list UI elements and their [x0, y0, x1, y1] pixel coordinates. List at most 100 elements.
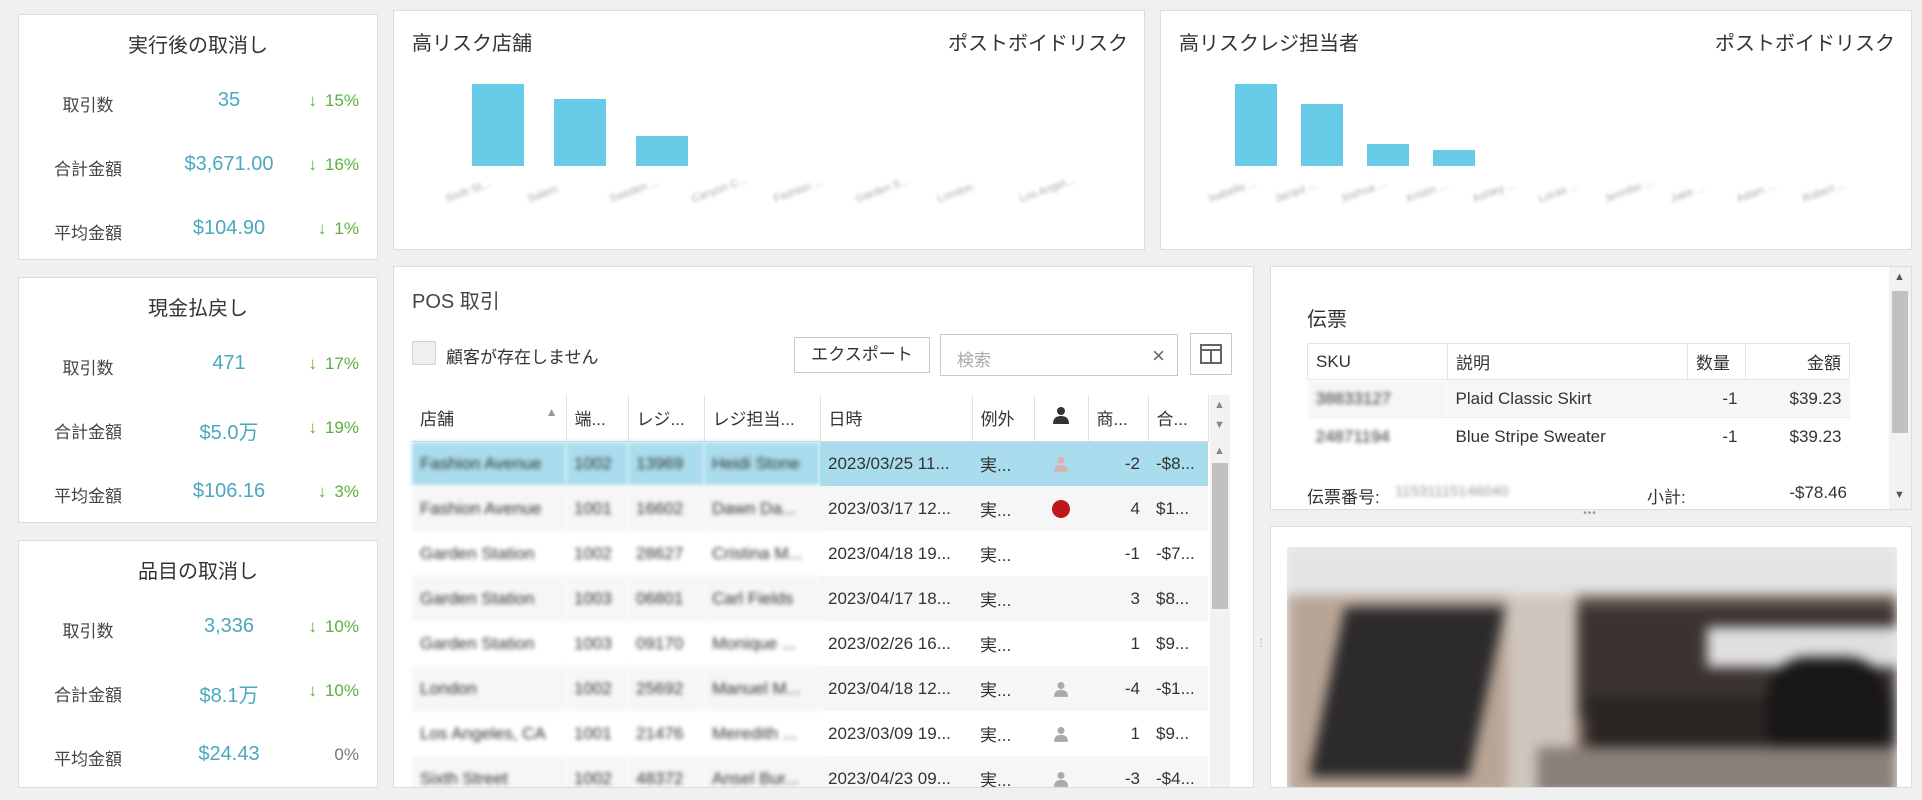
table-row[interactable]: London 1002 25692 Manuel M... 2023/04/18 12.… [412, 666, 1208, 711]
amount-cell: $39.23 [1745, 379, 1850, 418]
exception-cell: 実... [980, 726, 1012, 745]
scroll-down-icon[interactable]: ▼ [1214, 419, 1225, 431]
kpi-row-average: 平均金額 $106.16 ↓ 3% [19, 476, 377, 506]
chart-bar[interactable] [472, 84, 524, 166]
items-cell: 1 [1130, 723, 1140, 743]
x-tick-label: Robert ... [1801, 178, 1848, 206]
table-row[interactable]: Fashion Avenue 1001 16602 Dawn Da... 2023/03… [412, 486, 1208, 531]
table-scrollbar[interactable]: ▲ [1210, 441, 1230, 787]
column-header-items[interactable]: 商... [1088, 395, 1149, 442]
description-cell: Blue Stripe Sweater [1447, 417, 1688, 456]
table-row[interactable]: Sixth Street 1002 48372 Ansel Bur... 2023/04… [412, 756, 1208, 787]
datetime-cell: 2023/02/26 16... [828, 633, 951, 653]
customer-cell [1034, 576, 1088, 621]
chart-bar[interactable] [1433, 150, 1475, 166]
scroll-down-icon[interactable]: ▼ [1894, 489, 1905, 501]
horizontal-splitter-handle[interactable]: ••• [1578, 508, 1602, 520]
column-header-datetime[interactable]: 日時 [820, 395, 973, 442]
table-row[interactable]: Garden Station 1002 28627 Cristina M... 2023… [412, 531, 1208, 576]
table-row[interactable]: Fashion Avenue 1002 13969 Heidi Stone 2023/0… [412, 441, 1208, 486]
kpi-row-count: 取引数 3,336 ↓ 10% [19, 611, 377, 641]
kpi-value[interactable]: $3,671.00 [139, 153, 319, 176]
table-row[interactable]: Garden Station 1003 06801 Carl Fields 2023/0… [412, 576, 1208, 621]
column-header-total[interactable]: 合... [1148, 395, 1209, 442]
kpi-value[interactable]: $24.43 [139, 743, 319, 766]
camera-snapshot[interactable] [1287, 547, 1897, 787]
kpi-value[interactable]: 471 [139, 352, 319, 375]
exception-cell: 実... [972, 441, 1034, 486]
x-tick-label: Joshua ... [1339, 177, 1388, 206]
table-row[interactable]: Garden Station 1003 09170 Monique ... 2023/0… [412, 621, 1208, 666]
kpi-row-total: 合計金額 $5.0万 ↓ 19% [19, 412, 377, 445]
chart-bar[interactable] [1367, 144, 1409, 166]
chart-bar[interactable] [1235, 84, 1277, 166]
store-cell: Sixth Street [412, 756, 566, 787]
exception-cell: 実... [972, 576, 1034, 621]
x-tick-label: Garden S... [854, 174, 911, 206]
x-tick-label: Isabella ... [1207, 176, 1259, 206]
kpi-label: 平均金額 [54, 224, 122, 243]
vertical-splitter-handle[interactable]: ⋮ [1256, 639, 1266, 666]
total-cell: $1... [1148, 486, 1208, 531]
kpi-value[interactable]: $104.90 [139, 217, 319, 240]
kpi-trend: ↓ 16% [308, 155, 359, 175]
column-header-quantity[interactable]: 数量 [1687, 343, 1746, 380]
chart-bar[interactable] [1301, 104, 1343, 166]
column-header-sku[interactable]: SKU [1307, 343, 1448, 380]
table-header-scrollbar[interactable]: ▲ ▼ [1210, 395, 1230, 441]
person-icon [1054, 682, 1068, 697]
customer-cell [1034, 531, 1088, 576]
cashier-cell: Manuel M... [704, 666, 820, 711]
slip-number-value: 11531115146040 [1395, 483, 1509, 500]
scroll-up-icon[interactable]: ▲ [1214, 399, 1225, 411]
search-placeholder: 検索 [957, 351, 991, 370]
kpi-trend-value: 0% [334, 745, 359, 764]
kpi-value[interactable]: 3,336 [139, 615, 319, 638]
chart-bar[interactable] [636, 136, 688, 166]
store-cell: London [412, 666, 566, 711]
column-header-terminal[interactable]: 端... [566, 395, 629, 442]
table-header: 店舗 ▲ 端... レジ... レジ担当... 日時 例外 商... 合... [412, 395, 1209, 442]
panel-title: 伝票 [1307, 309, 1347, 331]
scrollbar-thumb[interactable] [1212, 463, 1228, 609]
kpi-value[interactable]: 35 [139, 89, 319, 112]
cashier-cell: Dawn Da... [704, 486, 820, 531]
column-header-exception[interactable]: 例外 [972, 395, 1035, 442]
kpi-panel-post-void: 実行後の取消し 取引数 35 ↓ 15% 合計金額 $3,671.00 ↓ 16% … [18, 14, 378, 260]
column-header-cashier[interactable]: レジ担当... [704, 395, 821, 442]
exception-cell: 実... [980, 546, 1012, 565]
kpi-trend: 0% [334, 745, 359, 765]
slip-scrollbar[interactable]: ▲ ▼ [1889, 267, 1911, 509]
column-header-amount[interactable]: 金額 [1745, 343, 1850, 380]
column-header-customer[interactable] [1034, 395, 1089, 442]
kpi-trend-value: 17% [324, 354, 359, 373]
column-chooser-button[interactable] [1190, 333, 1232, 375]
pos-transactions-panel: POS 取引 顧客が存在しません エクスポート 検索 × 店舗 ▲ 端... レジ… [393, 266, 1254, 788]
datetime-cell: 2023/04/23 09... [820, 756, 972, 787]
table-row[interactable]: Los Angeles, CA 1001 21476 Meredith ... 2023… [412, 711, 1208, 756]
kpi-value[interactable]: $8.1万 [139, 679, 319, 708]
subtotal-label: 小計: [1647, 488, 1686, 507]
table-row[interactable]: 38833127 Plaid Classic Skirt -1 $39.23 [1307, 379, 1850, 418]
column-header-register[interactable]: レジ... [628, 395, 705, 442]
column-header-description[interactable]: 説明 [1447, 343, 1688, 380]
kpi-value[interactable]: $106.16 [139, 480, 319, 503]
scrollbar-thumb[interactable] [1892, 291, 1908, 433]
export-button[interactable]: エクスポート [794, 337, 930, 373]
no-customer-checkbox[interactable] [412, 341, 436, 365]
search-input[interactable]: 検索 × [940, 334, 1178, 376]
column-header-store[interactable]: 店舗 ▲ [412, 395, 567, 442]
clear-icon[interactable]: × [1152, 343, 1165, 369]
kpi-value[interactable]: $5.0万 [139, 416, 319, 445]
chart-bar[interactable] [554, 99, 606, 166]
arrow-down-icon: ↓ [317, 482, 327, 501]
person-icon [1054, 727, 1068, 742]
total-cell: $9... [1156, 633, 1190, 653]
subtotal-value: -$78.46 [1789, 483, 1847, 502]
items-cell: -3 [1088, 756, 1148, 787]
register-cell: 09170 [636, 633, 684, 653]
kpi-label: 合計金額 [54, 686, 122, 705]
table-row[interactable]: 24871194 Blue Stripe Sweater -1 $39.23 [1307, 417, 1850, 456]
scroll-up-icon[interactable]: ▲ [1894, 271, 1905, 283]
scroll-up-icon[interactable]: ▲ [1214, 445, 1225, 457]
